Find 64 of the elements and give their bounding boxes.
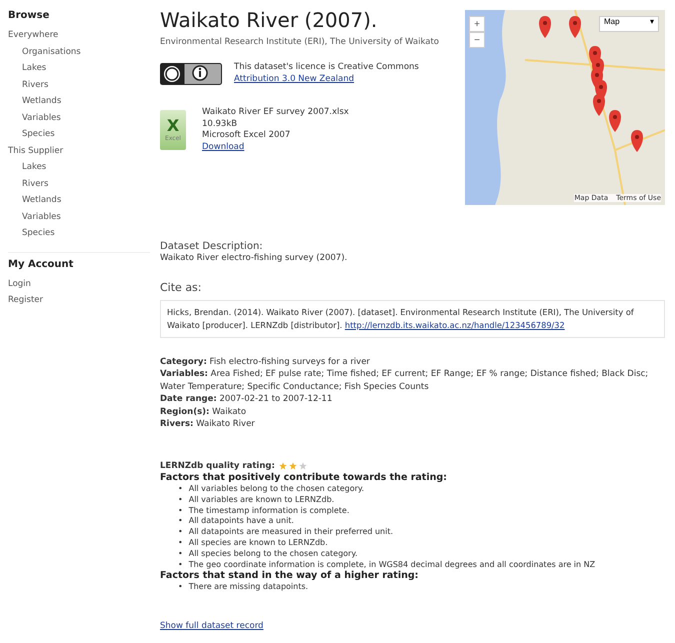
citation-link[interactable]: http://lernzdb.its.waikato.ac.nz/handle/123456789/32 [344,320,565,330]
sidebar-link[interactable]: Variables [8,208,150,225]
positive-factors-heading: Factors that positively contribute towards the rating: [160,472,448,484]
list-bullet: • [178,484,183,495]
dataset-title: Waikato River (2007). [160,8,378,32]
rating-label: LERNZdb quality rating: [160,460,275,472]
sidebar-link[interactable]: Organisations [8,44,150,60]
description-heading: Dataset Description: [160,240,264,253]
download-link[interactable]: Download [202,142,244,152]
sidebar-heading: My Account [8,252,150,270]
factor-item: There are missing datapoints. [188,582,308,594]
list-bullet: • [178,527,183,538]
license-link[interactable]: Attribution 3.0 New Zealand [234,74,354,84]
star-icon [278,462,287,470]
factor-item: The timestamp information is complete. [188,506,350,516]
list-bullet: • [178,494,183,506]
sidebar-link[interactable]: Lakes [8,60,150,76]
sidebar-link[interactable]: Wetlands [8,192,150,208]
publisher-text: Environmental Research Institute (ERI), The University of Waikato [160,36,440,48]
sidebar-link[interactable]: Everywhere [8,27,150,44]
factor-item: The geo coordinate information is complete, in WGS84 decimal degrees and all coordinates are in NZ [188,560,596,570]
creative-commons-badge-icon [160,62,222,84]
field-line: Category: Fish electro-fishing surveys for a river [160,356,371,368]
factor-item: All variables belong to the chosen category. [188,484,364,495]
sidebar-link[interactable]: Lakes [8,159,150,176]
sidebar-link[interactable]: Species [8,225,150,242]
list-bullet: • [178,560,183,570]
file-name: Waikato River EF survey 2007.xlsx [202,107,349,118]
full-record-link[interactable]: Show full dataset record [160,621,264,633]
file-format: Microsoft Excel 2007 [202,130,292,142]
description-text: Waikato River electro-fishing survey (2007). [160,253,348,264]
sidebar-link[interactable]: Variables [8,110,150,126]
map-type-dropdown[interactable]: Map ▾ [599,16,659,32]
sidebar-link[interactable]: Rivers [8,76,150,93]
star-icon [298,462,307,470]
sidebar-link[interactable]: Rivers [8,176,150,192]
factor-item: All variables are known to LERNZdb. [188,494,334,506]
zoom-in-button[interactable]: + [469,16,485,32]
cite-heading: Cite as: [160,280,202,294]
sidebar-link[interactable]: Login [8,276,150,292]
factor-item: All species belong to the chosen category. [188,548,358,560]
citation-text: Hicks, Brendan. (2014). Waikato River (2007). [dataset]. Environmental Research Institute (ERI), The University of Waikato [producer]. LERNZdb [distributor]. http://lernzdb.its.waikato.ac.nz/handle/123456789/32 [167,306,635,332]
list-bullet: • [178,548,183,560]
sidebar-link[interactable]: This Supplier [8,142,150,159]
factor-item: All datapoints are measured in their preferred unit. [188,527,394,538]
list-bullet: • [178,506,183,516]
sidebar-link[interactable]: Wetlands [8,93,150,110]
file-size: 10.93kB [202,118,238,130]
license-text: This dataset's licence is Creative Commons [234,62,419,74]
factor-item: All datapoints have a unit. [188,516,294,528]
list-bullet: • [178,516,183,528]
star-icon [288,462,297,470]
field-line: Variables: Area Fished; EF pulse rate; Time fished; EF current; EF Range; EF % range; Distance fished; Black Disc; Water Temperature; Specific Conductance; Fish Species Counts [160,368,650,393]
list-bullet: • [178,538,183,549]
list-bullet: • [178,582,183,594]
zoom-out-button[interactable]: − [469,32,485,48]
field-line: Date range: 2007-02-21 to 2007-12-11 [160,393,334,406]
factor-item: All species are known to LERNZdb. [188,538,328,549]
sidebar-heading: Browse [8,10,50,21]
sidebar-link[interactable]: Species [8,126,150,142]
sidebar-link[interactable]: Register [8,292,150,308]
negative-factors-heading: Factors that stand in the way of a higher rating: [160,570,420,582]
field-line: Region(s): Waikato [160,406,248,418]
field-line: Rivers: Waikato River [160,418,256,430]
